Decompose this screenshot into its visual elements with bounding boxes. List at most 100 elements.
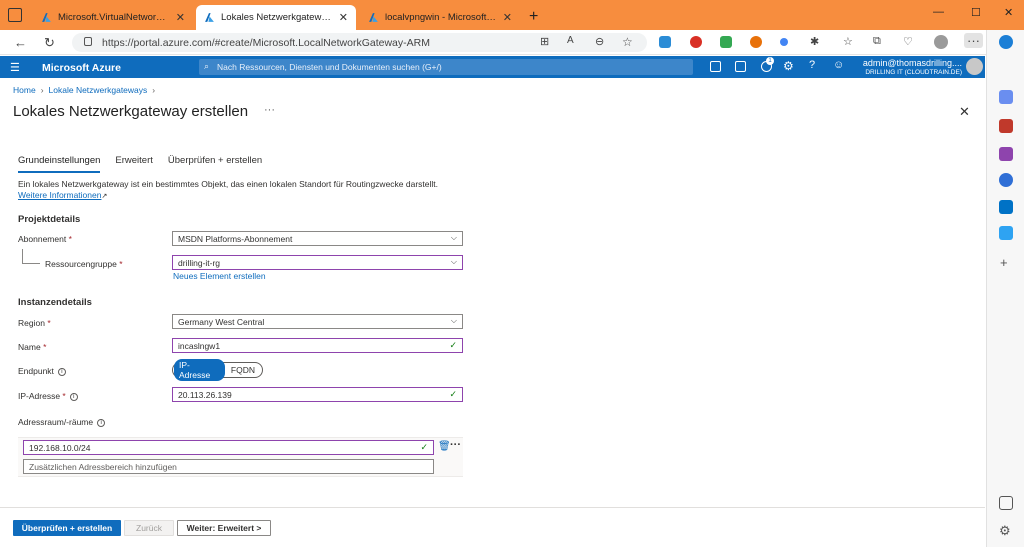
feedback-icon[interactable]: ☺ (833, 59, 844, 71)
subscription-select[interactable]: MSDN Platforms-Abonnement ⌵ (172, 231, 463, 246)
back-icon[interactable]: ← (14, 35, 27, 50)
help-icon[interactable]: ? (809, 59, 815, 71)
extension-icon[interactable] (690, 36, 702, 48)
url-field[interactable]: https://portal.azure.com/#create/Microso… (72, 33, 647, 52)
apps-icon[interactable]: ⊞ (540, 35, 549, 48)
checkmark-icon: ✓ (420, 442, 428, 452)
instance-details-heading: Instanzendetails (18, 297, 92, 308)
chevron-down-icon: ⌵ (450, 233, 457, 242)
directory-filter-icon[interactable] (735, 61, 746, 72)
address-space-label: Adressraum/-räume i (18, 417, 106, 427)
browser-tab-3[interactable]: localvpngwin - Microsoft Azure ✕ (360, 5, 520, 30)
shopping-tag-icon[interactable] (999, 90, 1013, 104)
more-actions-icon[interactable]: ··· (264, 104, 275, 116)
user-account[interactable]: admin@thomasdrilling.... DRILLING IT (CL… (850, 58, 962, 76)
tab-review-create[interactable]: Überprüfen + erstellen (168, 155, 262, 173)
address-space-input[interactable]: 192.168.10.0/24 ✓ (23, 440, 434, 455)
tools-icon[interactable] (999, 119, 1013, 133)
name-value: incaslngw1 (178, 341, 221, 351)
close-icon[interactable]: ✕ (959, 104, 970, 120)
subscription-value: MSDN Platforms-Abonnement (178, 234, 293, 244)
address-space-value: 192.168.10.0/24 (29, 443, 91, 453)
extension-icon[interactable] (780, 38, 788, 46)
endpoint-option-ip[interactable]: IP-Adresse (174, 359, 225, 381)
create-new-link[interactable]: Neues Element erstellen (173, 271, 266, 281)
extension-icon[interactable] (720, 36, 732, 48)
breadcrumb-home[interactable]: Home (13, 85, 36, 95)
add-icon[interactable]: + (1000, 255, 1008, 270)
sidebar-toggle-icon[interactable] (999, 496, 1013, 510)
subscription-label: Abonnement * (18, 234, 72, 244)
delete-trash-icon[interactable]: 🗑 (438, 441, 451, 452)
name-input[interactable]: incaslngw1 ✓ (172, 338, 463, 353)
settings-gear-icon[interactable]: ⚙ (999, 523, 1011, 539)
azure-brand[interactable]: Microsoft Azure (42, 62, 121, 74)
global-search-input[interactable]: ⌕ Nach Ressourcen, Diensten und Dokument… (199, 59, 693, 75)
info-icon[interactable]: i (97, 418, 106, 427)
outlook-icon[interactable] (999, 200, 1013, 214)
office-icon[interactable] (999, 173, 1013, 187)
health-icon[interactable]: ♡ (903, 35, 913, 48)
azure-icon (205, 13, 214, 22)
extensions-puzzle-icon[interactable]: ✱ (810, 35, 819, 48)
search-icon: ⌕ (204, 61, 210, 71)
minimize-button[interactable]: — (933, 6, 944, 18)
region-value: Germany West Central (178, 317, 265, 327)
bing-icon[interactable] (999, 35, 1013, 49)
tab-basics[interactable]: Grundeinstellungen (18, 155, 101, 173)
azure-header: ☰ Microsoft Azure ⌕ Nach Ressourcen, Die… (0, 56, 985, 78)
address-space-grid: 192.168.10.0/24 ✓ 🗑 ··· Zusätzlichen Adr… (18, 437, 463, 477)
collections-icon[interactable]: ⧉ (873, 35, 881, 48)
new-tab-button[interactable]: + (529, 8, 538, 26)
next-button[interactable]: Weiter: Erweitert > (177, 520, 271, 536)
close-tab-icon[interactable]: ✕ (176, 11, 185, 24)
learn-more-link[interactable]: Weitere Informationen (18, 190, 101, 200)
add-address-range-input[interactable]: Zusätzlichen Adressbereich hinzufügen (23, 459, 434, 474)
checkmark-icon: ✓ (449, 340, 457, 350)
extension-icon[interactable] (659, 36, 671, 48)
ip-address-input[interactable]: 20.113.26.139 ✓ (172, 387, 463, 402)
external-link-icon: ↗ (101, 193, 108, 200)
region-select[interactable]: Germany West Central ⌵ (172, 314, 463, 329)
settings-gear-icon[interactable]: ⚙ (783, 59, 794, 73)
endpoint-option-fqdn[interactable]: FQDN (225, 364, 261, 376)
page-title: Lokales Netzwerkgateway erstellen (13, 103, 249, 120)
menu-icon[interactable]: ☰ (10, 61, 20, 74)
people-icon[interactable] (999, 147, 1013, 161)
intro-text: Ein lokales Netzwerkgateway ist ein best… (18, 179, 458, 202)
more-options-icon[interactable]: ··· (964, 33, 983, 48)
address-bar: ← ↻ https://portal.azure.com/#create/Mic… (0, 30, 1024, 55)
breadcrumb-local-gateways[interactable]: Lokale Netzwerkgateways (49, 85, 148, 95)
favorite-star-icon[interactable]: ☆ (622, 35, 633, 49)
maximize-button[interactable]: ☐ (971, 6, 981, 19)
review-create-button[interactable]: Überprüfen + erstellen (13, 520, 121, 536)
back-button[interactable]: Zurück (124, 520, 174, 536)
close-tab-icon[interactable]: ✕ (339, 11, 348, 24)
info-icon[interactable]: i (69, 392, 78, 401)
extension-icon[interactable] (750, 36, 762, 48)
designer-icon[interactable] (999, 226, 1013, 240)
cloud-shell-icon[interactable] (710, 61, 721, 72)
ip-address-value: 20.113.26.139 (178, 390, 232, 400)
refresh-icon[interactable]: ↻ (44, 35, 55, 51)
tab-advanced[interactable]: Erweitert (115, 155, 152, 173)
zoom-icon[interactable]: ⊖ (595, 35, 604, 48)
profile-avatar-icon[interactable] (934, 35, 948, 49)
browser-tab-2[interactable]: Lokales Netzwerkgateway erstell ✕ (196, 5, 356, 30)
resource-group-select[interactable]: drilling-it-rg ⌵ (172, 255, 463, 270)
ip-address-label: IP-Adresse * i (18, 391, 78, 401)
user-tenant: DRILLING IT (CLOUDTRAIN.DE) (865, 69, 962, 76)
info-icon[interactable]: i (57, 367, 66, 376)
read-aloud-icon[interactable]: A (567, 35, 574, 46)
chevron-down-icon: ⌵ (450, 316, 457, 325)
row-more-icon[interactable]: ··· (450, 439, 461, 451)
browser-tab-1[interactable]: Microsoft.VirtualNetworkGatewa ✕ (33, 5, 193, 30)
close-window-button[interactable]: ✕ (1004, 6, 1013, 19)
tab-actions-icon[interactable] (8, 8, 22, 22)
close-tab-icon[interactable]: ✕ (503, 11, 512, 24)
endpoint-toggle[interactable]: IP-Adresse FQDN (172, 359, 263, 381)
favorites-icon[interactable]: ☆ (843, 35, 853, 48)
lock-icon (84, 37, 92, 46)
avatar[interactable] (966, 58, 983, 75)
user-name: admin@thomasdrilling.... (862, 58, 962, 68)
